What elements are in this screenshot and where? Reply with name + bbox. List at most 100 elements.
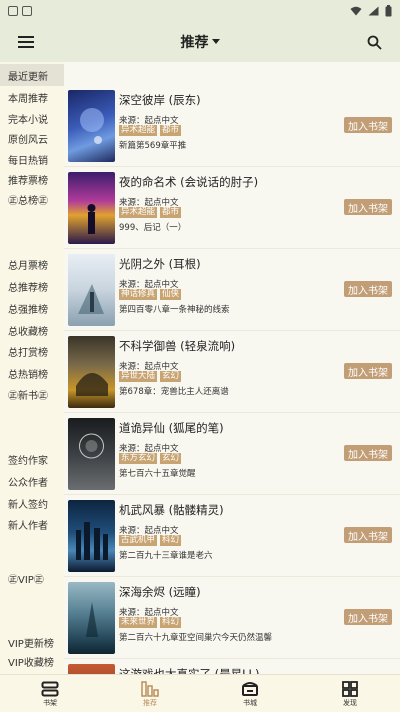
- book-item[interactable]: 夜的命名术 (会说话的肘子) 来源：起点中文 异术超能 都市 999、后记（一）…: [64, 168, 400, 249]
- bookshelf-icon: [41, 681, 59, 697]
- sidebar-item[interactable]: 原创风云: [0, 127, 64, 149]
- genre-tag: 未来世界: [119, 617, 158, 628]
- book-title: 夜的命名术 (会说话的肘子): [119, 175, 259, 189]
- add-to-shelf-button[interactable]: 加入书架: [344, 445, 392, 461]
- book-item[interactable]: 深海余烬 (远瞳) 来源：起点中文 未来世界 科幻 第二百六十九章亚空间巢穴今天…: [64, 578, 400, 659]
- book-tags: 异世大陆 玄幻: [119, 371, 182, 382]
- book-cover: [68, 172, 115, 244]
- search-button[interactable]: [360, 28, 388, 56]
- category-dropdown[interactable]: 推荐: [181, 32, 220, 52]
- sidebar-item[interactable]: 新人签约: [0, 492, 64, 514]
- sidebar-item[interactable]: 公众作者: [0, 470, 64, 492]
- menu-icon: [18, 36, 34, 48]
- category-sidebar: 最近更新 本周推荐 完本小说 原创风云 每日热销 推荐票榜 ㊣总榜㊣ 总月票榜 …: [0, 62, 64, 674]
- notification-icon: [8, 6, 18, 16]
- add-to-shelf-button[interactable]: 加入书架: [344, 117, 392, 133]
- app-bar: 推荐: [0, 22, 400, 62]
- sidebar-item[interactable]: 完本小说: [0, 107, 64, 129]
- book-cover: [68, 418, 115, 490]
- sidebar-item[interactable]: 总热销榜: [0, 362, 64, 384]
- bookstore-icon: [242, 682, 258, 696]
- sidebar-item[interactable]: 总强推榜: [0, 297, 64, 319]
- notification-icon: [22, 6, 32, 16]
- sidebar-item[interactable]: 总收藏榜: [0, 319, 64, 341]
- sidebar-item[interactable]: 总月票榜: [0, 253, 64, 275]
- book-item[interactable]: 机武风暴 (骷髅精灵) 来源：起点中文 古武机甲 科幻 第二百九十三章谁是老六 …: [64, 496, 400, 577]
- book-list: 深空彼岸 (辰东) 来源：起点中文 异术超能 都市 新篇第569章平推 加入书架…: [64, 62, 400, 674]
- book-title: 深空彼岸 (辰东): [119, 93, 201, 107]
- book-title: 深海余烬 (远瞳): [119, 585, 201, 599]
- latest-chapter: 第二百九十三章谁是老六: [119, 551, 213, 561]
- book-item[interactable]: 深空彼岸 (辰东) 来源：起点中文 异术超能 都市 新篇第569章平推 加入书架: [64, 86, 400, 167]
- sidebar-item[interactable]: VIP收藏榜: [0, 650, 64, 672]
- genre-tag: 科幻: [160, 535, 182, 546]
- book-cover: [68, 582, 115, 654]
- genre-tag: 东方玄幻: [119, 453, 158, 464]
- latest-chapter: 第七百六十五章觉醒: [119, 469, 196, 479]
- nav-label: 发现: [343, 699, 357, 707]
- genre-tag: 神话修真: [119, 289, 158, 300]
- sidebar-item[interactable]: 总推荐榜: [0, 275, 64, 297]
- genre-tag: 科幻: [160, 617, 182, 628]
- nav-label: 书城: [243, 699, 257, 707]
- add-to-shelf-button[interactable]: 加入书架: [344, 363, 392, 379]
- status-bar: [0, 0, 400, 22]
- book-item[interactable]: 光阴之外 (耳根) 来源：起点中文 神话修真 仙侠 第四百零八章一条神秘的线索 …: [64, 250, 400, 331]
- latest-chapter: 第二百六十九章亚空间巢穴今天仍然温馨: [119, 633, 273, 643]
- add-to-shelf-button[interactable]: 加入书架: [344, 199, 392, 215]
- nav-recommend[interactable]: 推荐: [100, 675, 200, 712]
- book-tags: 东方玄幻 玄幻: [119, 453, 182, 464]
- nav-label: 推荐: [143, 699, 157, 707]
- wifi-icon: [350, 6, 362, 16]
- sidebar-item[interactable]: ㊣新书㊣: [0, 383, 64, 405]
- menu-button[interactable]: [12, 28, 40, 56]
- sidebar-item[interactable]: 最近更新: [0, 64, 64, 86]
- book-cover: [68, 336, 115, 408]
- genre-tag: 仙侠: [160, 289, 182, 300]
- genre-tag: 玄幻: [160, 453, 182, 464]
- latest-chapter: 999、后记（一）: [119, 223, 187, 233]
- book-title: 不科学御兽 (轻泉流响): [119, 339, 236, 353]
- book-title: 这游戏也太真实了 (晨星LL): [119, 667, 260, 674]
- book-title: 光阴之外 (耳根): [119, 257, 201, 271]
- latest-chapter: 新篇第569章平推: [119, 141, 187, 151]
- bottom-navigation: 书架 推荐 书城 发现: [0, 674, 400, 712]
- nav-bookstore[interactable]: 书城: [200, 675, 300, 712]
- book-title: 道诡异仙 (狐尾的笔): [119, 421, 224, 435]
- book-item[interactable]: 道诡异仙 (狐尾的笔) 来源：起点中文 东方玄幻 玄幻 第七百六十五章觉醒 加入…: [64, 414, 400, 495]
- nav-discover[interactable]: 发现: [300, 675, 400, 712]
- sidebar-item[interactable]: 本周推荐: [0, 86, 64, 108]
- genre-tag: 异术超能: [119, 207, 158, 218]
- discover-icon: [342, 681, 358, 697]
- book-cover: [68, 500, 115, 572]
- page-title: 推荐: [180, 35, 209, 51]
- sidebar-item[interactable]: 总打赏榜: [0, 340, 64, 362]
- book-cover: [68, 664, 115, 674]
- sidebar-item[interactable]: 每日热销: [0, 148, 64, 170]
- book-cover: [68, 90, 115, 162]
- sidebar-item[interactable]: 新人作者: [0, 513, 64, 535]
- nav-bookshelf[interactable]: 书架: [0, 675, 100, 712]
- genre-tag: 都市: [160, 125, 182, 136]
- add-to-shelf-button[interactable]: 加入书架: [344, 527, 392, 543]
- battery-icon: [385, 5, 392, 17]
- nav-label: 书架: [43, 699, 57, 707]
- genre-tag: 异术超能: [119, 125, 158, 136]
- add-to-shelf-button[interactable]: 加入书架: [344, 609, 392, 625]
- latest-chapter: 第678章：宠兽比主人还离谱: [119, 387, 229, 397]
- book-item[interactable]: 这游戏也太真实了 (晨星LL): [64, 660, 400, 674]
- book-tags: 未来世界 科幻: [119, 617, 182, 628]
- sidebar-item[interactable]: ㊣总榜㊣: [0, 188, 64, 210]
- genre-tag: 异世大陆: [119, 371, 158, 382]
- search-icon: [367, 35, 382, 50]
- sidebar-item[interactable]: ㊣VIP㊣: [0, 567, 64, 589]
- latest-chapter: 第四百零八章一条神秘的线索: [119, 305, 230, 315]
- book-tags: 神话修真 仙侠: [119, 289, 182, 300]
- signal-icon: [368, 6, 379, 16]
- sidebar-item[interactable]: 签约作家: [0, 448, 64, 470]
- sidebar-item[interactable]: 推荐票榜: [0, 168, 64, 190]
- add-to-shelf-button[interactable]: 加入书架: [344, 281, 392, 297]
- book-item[interactable]: 不科学御兽 (轻泉流响) 来源：起点中文 异世大陆 玄幻 第678章：宠兽比主人…: [64, 332, 400, 413]
- book-cover: [68, 254, 115, 326]
- book-tags: 古武机甲 科幻: [119, 535, 182, 546]
